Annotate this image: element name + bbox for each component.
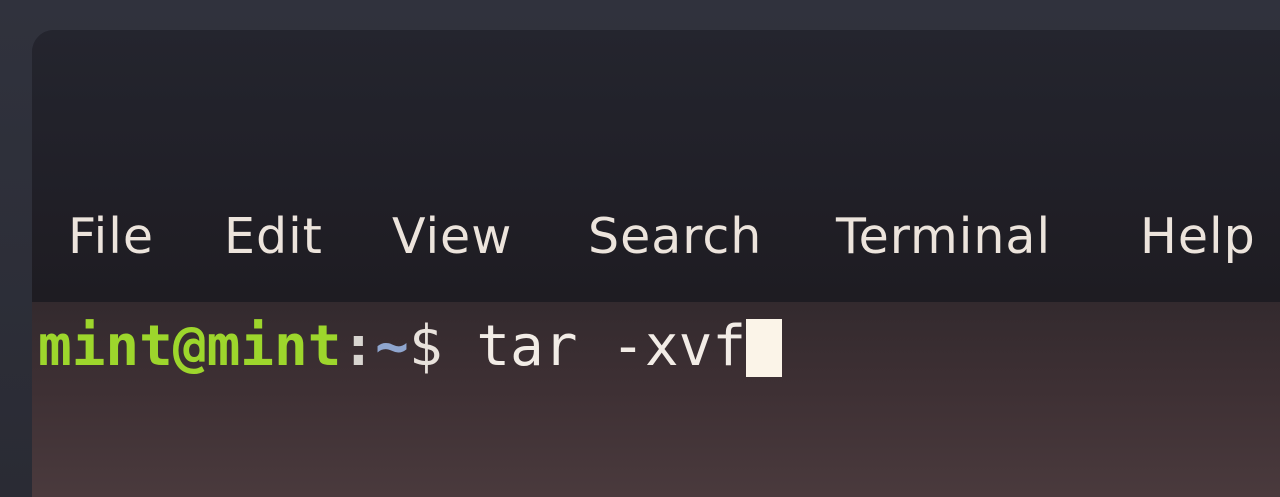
prompt-separator: :: [341, 314, 376, 379]
menu-view[interactable]: View: [392, 208, 512, 265]
menu-edit[interactable]: Edit: [224, 208, 323, 265]
command-line: mint@mint:~$ tar -xvf: [38, 312, 783, 382]
menu-help[interactable]: Help: [1140, 208, 1256, 265]
terminal-area[interactable]: mint@mint:~$ tar -xvf: [32, 302, 1280, 497]
menu-file[interactable]: File: [68, 208, 154, 265]
terminal-window: File Edit View Search Terminal Help mint…: [32, 30, 1280, 497]
prompt-user-host: mint@mint: [38, 314, 342, 379]
menu-terminal[interactable]: Terminal: [836, 208, 1051, 265]
command-text: tar -xvf: [476, 314, 747, 379]
menu-bar: File Edit View Search Terminal Help: [32, 200, 1280, 302]
prompt-symbol: $: [408, 314, 443, 379]
prompt-path: ~: [375, 314, 409, 379]
text-cursor: [746, 319, 783, 377]
menu-search[interactable]: Search: [588, 208, 762, 265]
title-bar: [32, 30, 1280, 200]
